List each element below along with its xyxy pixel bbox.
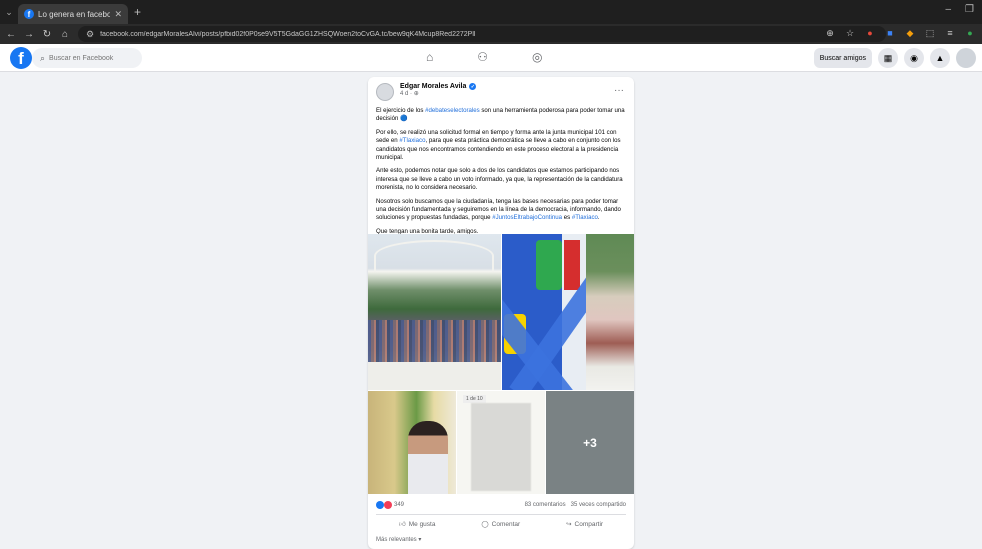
zoom-icon[interactable]: ⊕ [824, 27, 836, 39]
browser-tab-bar: ⌄ f Lo genera en facebook/edo... ✕ + – ❐ [0, 0, 982, 24]
extension-blue-icon[interactable]: ■ [884, 27, 896, 39]
share-icon: ↪ [566, 521, 572, 528]
reload-icon[interactable]: ↻ [42, 29, 52, 40]
like-label: Me gusta [408, 520, 436, 528]
extension-orange-icon[interactable]: ◆ [904, 27, 916, 39]
home-nav-icon[interactable]: ⌂ [426, 50, 433, 64]
verified-badge-icon: ✓ [469, 83, 477, 90]
home-icon[interactable]: ⌂ [60, 29, 70, 40]
comment-label: Comentar [491, 520, 521, 528]
divider [376, 514, 626, 515]
shares-count[interactable]: 35 veces compartido [571, 502, 626, 508]
tab-search-icon[interactable]: ⌄ [0, 0, 18, 24]
comment-button[interactable]: ◯ Comentar [481, 517, 520, 531]
hashtag-link[interactable]: #JuntosEltrabajoContinua [492, 214, 562, 221]
love-reaction-icon [384, 501, 392, 509]
hashtag-link[interactable]: #Tlaxiaco [399, 137, 425, 144]
browser-toolbar: ← → ↻ ⌂ ⚙ facebook.com/edgarMoralesAlvi/… [0, 24, 982, 44]
post-paragraph: Nosotros solo buscamos que la ciudadanía… [376, 197, 621, 222]
find-friends-button[interactable]: Buscar amigos [813, 48, 872, 68]
new-tab-button[interactable]: + [128, 5, 141, 19]
thumbs-up-icon: 👍︎ [398, 521, 406, 528]
window-controls: – ❐ [945, 4, 974, 15]
comments-count[interactable]: 83 comentarios [525, 502, 566, 508]
post-meta: 4 d · ⊕ [400, 90, 476, 97]
search-input[interactable] [49, 54, 130, 62]
more-options-icon[interactable]: ··· [614, 85, 624, 96]
photo-counter: 1 de 10 [463, 395, 486, 403]
post-paragraph: Por ello, se realizó una solicitud forma… [376, 128, 621, 162]
engagement-counts: 83 comentarios 35 veces compartido [525, 502, 626, 508]
author-name[interactable]: Edgar Morales Avila [400, 83, 466, 90]
groups-nav-icon[interactable]: ◎ [532, 50, 542, 64]
header-actions: Buscar amigos ▦ ◉ ▲ [813, 48, 976, 68]
notifications-bell-icon[interactable]: ▲ [930, 48, 950, 68]
post-actions: 👍︎ Me gusta ◯ Comentar ↪ Compartir [376, 517, 626, 531]
messenger-icon[interactable]: ◉ [904, 48, 924, 68]
back-icon[interactable]: ← [6, 29, 16, 40]
table-shape [368, 362, 501, 390]
reactions-count: 349 [394, 502, 405, 508]
extensions-area: ⊕ ☆ ● ■ ◆ ⬚ ≡ ● [824, 27, 976, 39]
post-time[interactable]: 4 d · [400, 91, 414, 97]
hashtag-link[interactable]: #debateselectorales [425, 107, 480, 114]
post-stats: 349 83 comentarios 35 veces compartido [368, 498, 634, 512]
facebook-search[interactable]: ⌕ [32, 48, 142, 68]
photo-speaker[interactable] [368, 391, 456, 494]
red-logo [564, 240, 580, 290]
hashtag-link[interactable]: #Tlaxiaco [572, 214, 598, 221]
more-photos-count: +3 [583, 435, 597, 450]
post-text: El ejercicio de los #debateselectorales … [368, 107, 634, 236]
facebook-favicon-icon: f [24, 9, 34, 19]
friends-nav-icon[interactable]: ⚇ [477, 50, 488, 64]
like-reaction-icon [376, 501, 384, 509]
menu-grid-icon[interactable]: ▦ [878, 48, 898, 68]
author-avatar[interactable] [376, 83, 394, 101]
post-header: Edgar Morales Avila ✓ 4 d · ⊕ ··· [368, 77, 634, 107]
bookmark-star-icon[interactable]: ☆ [844, 27, 856, 39]
address-url: facebook.com/edgarMoralesAlvi/posts/pfbi… [100, 30, 476, 38]
menu-icon[interactable]: ≡ [944, 27, 956, 39]
post-card: Edgar Morales Avila ✓ 4 d · ⊕ ··· El eje… [368, 77, 634, 549]
extensions-puzzle-icon[interactable]: ⬚ [924, 27, 936, 39]
tent-shape [374, 240, 494, 272]
share-button[interactable]: ↪ Compartir [566, 517, 603, 531]
profile-avatar[interactable] [956, 48, 976, 68]
comment-icon: ◯ [481, 521, 489, 528]
photo-document[interactable]: 1 de 10 [457, 391, 545, 494]
facebook-header: f ⌕ ⌂ ⚇ ◎ Buscar amigos ▦ ◉ ▲ [0, 44, 982, 72]
forward-icon[interactable]: → [24, 29, 34, 40]
author-name-row: Edgar Morales Avila ✓ [400, 83, 477, 90]
extension-red-icon[interactable]: ● [864, 27, 876, 39]
restore-button[interactable]: ❐ [965, 4, 974, 15]
photo-grid: 1 de 10 +3 [368, 234, 634, 494]
photo-more[interactable]: +3 [546, 391, 634, 494]
crowd-shape [368, 320, 501, 364]
person-shape [408, 421, 448, 494]
main-nav: ⌂ ⚇ ◎ [426, 50, 543, 64]
reactions[interactable]: 349 [376, 501, 404, 509]
site-info-icon[interactable]: ⚙ [86, 29, 94, 40]
photo-crowd-event[interactable] [368, 234, 501, 390]
share-label: Compartir [574, 520, 604, 528]
browser-tab[interactable]: f Lo genera en facebook/edo... ✕ [18, 4, 128, 24]
comments-sort-dropdown[interactable]: Más relevantes ▾ [376, 536, 421, 543]
close-tab-icon[interactable]: ✕ [114, 9, 122, 20]
blurred-document [471, 403, 531, 491]
facebook-logo-icon[interactable]: f [10, 47, 32, 69]
photo-right-panel [586, 234, 634, 390]
like-button[interactable]: 👍︎ Me gusta [399, 517, 436, 531]
post-paragraph: Ante esto, podemos notar que solo a dos … [376, 167, 623, 192]
green-logo [536, 240, 562, 290]
minimize-button[interactable]: – [945, 4, 951, 15]
tab-title: Lo genera en facebook/edo... [38, 9, 111, 19]
post-paragraph: El ejercicio de los #debateselectorales … [376, 107, 625, 123]
photo-party-logos[interactable] [502, 234, 634, 390]
profile-icon[interactable]: ● [964, 27, 976, 39]
search-icon: ⌕ [40, 52, 46, 63]
address-bar[interactable]: ⚙ facebook.com/edgarMoralesAlvi/posts/pf… [78, 26, 886, 42]
globe-icon: ⊕ [413, 91, 419, 97]
